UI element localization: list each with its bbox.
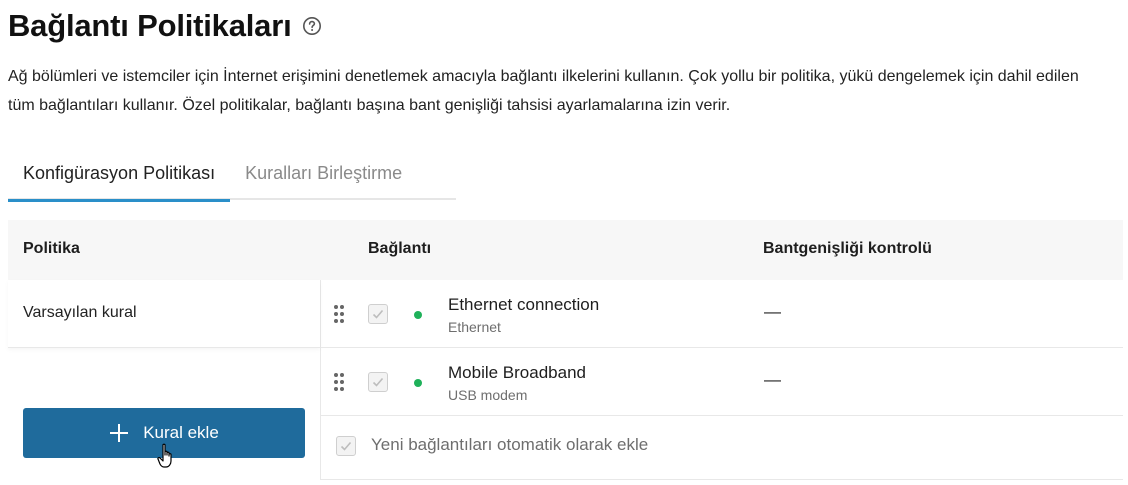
connection-checkbox[interactable] [368, 304, 388, 324]
connection-type: USB modem [448, 387, 528, 403]
column-header-policy: Politika [23, 240, 80, 257]
page-title: Bağlantı Politikaları [8, 8, 292, 43]
policy-item-default[interactable]: Varsayılan kural [8, 280, 320, 348]
connection-type: Ethernet [448, 319, 501, 335]
tab-merge-rules[interactable]: Kuralları Birleştirme [230, 152, 417, 200]
connection-row-ethernet: Ethernet connection Ethernet — [321, 280, 1123, 348]
auto-add-checkbox[interactable] [336, 436, 356, 456]
connection-name: Ethernet connection [448, 295, 600, 314]
column-header-bandwidth: Bantgenişliği kontrolü [763, 240, 932, 257]
page-description: Ağ bölümleri ve istemciler için İnternet… [8, 68, 1079, 114]
tab-bar: Konfigürasyon Politikası Kuralları Birle… [8, 152, 456, 202]
page-header: Bağlantı Politikaları [8, 8, 322, 44]
connection-name: Mobile Broadband [448, 363, 586, 382]
drag-handle-icon[interactable] [333, 372, 345, 392]
add-rule-label: Kural ekle [143, 423, 219, 442]
policy-table: Politika Bağlantı Bantgenişliği kontrolü… [8, 220, 1123, 480]
auto-add-label: Yeni bağlantıları otomatik olarak ekle [371, 435, 649, 454]
auto-add-row: Yeni bağlantıları otomatik olarak ekle [321, 416, 1123, 480]
help-icon[interactable] [302, 16, 322, 36]
plus-icon [109, 423, 129, 443]
connection-row-mobile: Mobile Broadband USB modem — [321, 348, 1123, 416]
hand-cursor-icon [157, 443, 177, 469]
table-header: Politika Bağlantı Bantgenişliği kontrolü [8, 220, 1123, 280]
bandwidth-value: — [764, 302, 781, 321]
bandwidth-value: — [764, 370, 781, 389]
connection-checkbox[interactable] [368, 372, 388, 392]
tab-configuration-policy[interactable]: Konfigürasyon Politikası [8, 152, 231, 202]
status-online-icon [414, 311, 422, 319]
status-online-icon [414, 379, 422, 387]
connection-list: Ethernet connection Ethernet — Mobile Br… [321, 280, 1123, 480]
column-header-connection: Bağlantı [368, 240, 432, 257]
drag-handle-icon[interactable] [333, 304, 345, 324]
